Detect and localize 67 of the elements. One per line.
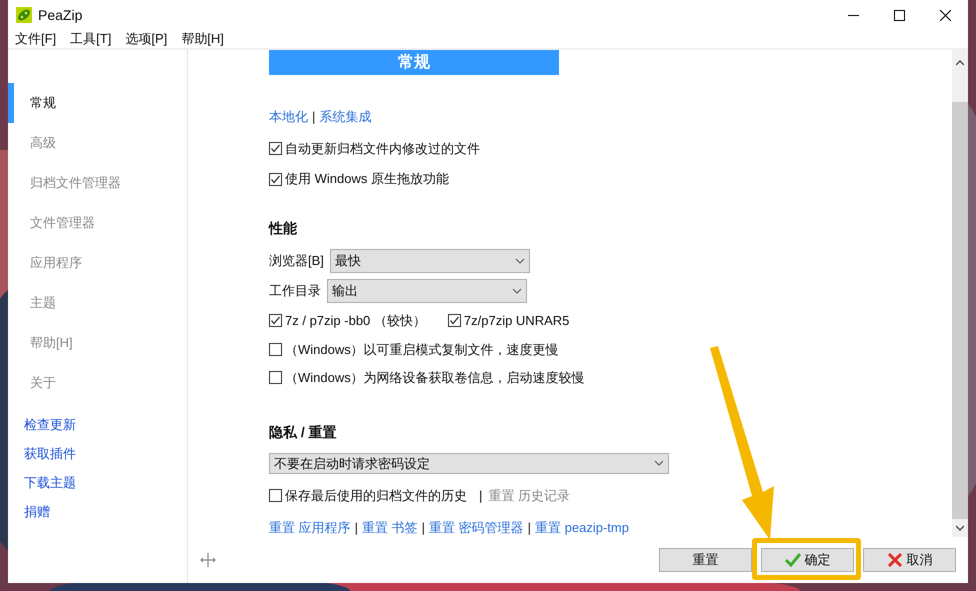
link[interactable]: 本地化	[269, 107, 308, 126]
section-header: 常规	[269, 50, 559, 75]
checkbox-label: 7z/p7zip UNRAR5	[464, 312, 570, 330]
close-icon	[940, 10, 950, 20]
separator: |	[354, 518, 358, 537]
check-icon	[270, 174, 281, 184]
sidebar-item[interactable]: 归档文件管理器	[8, 163, 187, 203]
sidebar-item[interactable]: 帮助[H]	[8, 323, 187, 363]
check-icon	[784, 553, 800, 567]
link[interactable]: 重置 书签	[362, 518, 418, 537]
menu-item[interactable]: 选项[P]	[125, 29, 168, 49]
checkbox-label: 保存最后使用的归档文件的历史	[285, 487, 467, 505]
link[interactable]: 重置 应用程序	[269, 518, 351, 537]
checkbox[interactable]	[269, 172, 282, 186]
link[interactable]: 重置 密码管理器	[429, 518, 524, 537]
sidebar-item[interactable]: 文件管理器	[8, 203, 187, 243]
move-icon	[200, 552, 216, 568]
separator: |	[479, 487, 482, 505]
checkbox[interactable]	[269, 342, 282, 356]
menu-item[interactable]: 工具[T]	[70, 29, 112, 49]
dropdown[interactable]: 输出	[327, 279, 527, 303]
sidebar-link[interactable]: 下载主题	[24, 473, 187, 493]
dialog-button[interactable]: 确定	[761, 548, 854, 572]
separator: |	[422, 518, 426, 537]
sidebar-item[interactable]: 常规	[8, 83, 187, 123]
sidebar-item[interactable]: 应用程序	[8, 243, 187, 283]
sidebar-link[interactable]: 检查更新	[24, 415, 187, 435]
checkbox-label: 7z / p7zip -bb0 （较快）	[285, 312, 426, 330]
cross-icon	[886, 553, 902, 567]
sidebar-link[interactable]: 获取插件	[24, 444, 187, 464]
dropdown[interactable]: 最快	[330, 249, 530, 273]
checkbox[interactable]	[269, 371, 282, 384]
chevron-down-icon	[654, 460, 664, 466]
sidebar-link[interactable]: 捐赠	[24, 502, 187, 522]
sidebar-item[interactable]: 高级	[8, 123, 187, 163]
checkbox-label: 自动更新归档文件内修改过的文件	[285, 140, 480, 158]
maximize-icon	[894, 10, 904, 20]
dialog-button[interactable]: 取消	[863, 548, 956, 572]
checkbox[interactable]	[448, 314, 461, 328]
chevron-down-icon	[956, 525, 964, 531]
check-icon	[448, 315, 460, 326]
check-icon	[270, 142, 281, 154]
link[interactable]: 重置 peazip-tmp	[535, 518, 629, 537]
checkbox[interactable]	[269, 314, 282, 328]
window-title: PeaZip	[38, 6, 82, 25]
chevron-up-icon	[956, 60, 964, 66]
checkbox-label: （Windows）以可重启模式复制文件，速度更慢	[285, 340, 559, 358]
checkbox-label: 使用 Windows 原生拖放功能	[285, 170, 449, 188]
checkbox-label: （Windows）为网络设备获取卷信息，启动速度较慢	[285, 369, 585, 387]
dialog-button[interactable]: 重置	[659, 548, 752, 572]
check-icon	[270, 315, 281, 326]
menu-item[interactable]: 文件[F]	[15, 29, 56, 49]
app-logo-icon	[16, 7, 32, 23]
section-title: 性能	[269, 219, 298, 238]
chevron-down-icon	[514, 258, 525, 264]
section-title: 隐私 / 重置	[269, 422, 338, 442]
field-label: 浏览器[B]	[269, 252, 324, 270]
field-label: 工作目录	[269, 282, 321, 300]
link[interactable]: 系统集成	[319, 107, 372, 126]
separator: |	[528, 518, 532, 537]
chevron-down-icon	[512, 288, 522, 294]
sidebar-item[interactable]: 主题	[8, 283, 187, 323]
separator: |	[312, 108, 316, 126]
menu-item[interactable]: 帮助[H]	[181, 29, 224, 49]
checkbox[interactable]	[269, 142, 282, 155]
sidebar-item[interactable]: 关于	[8, 363, 187, 403]
dropdown[interactable]: 不要在启动时请求密码设定	[269, 452, 669, 474]
